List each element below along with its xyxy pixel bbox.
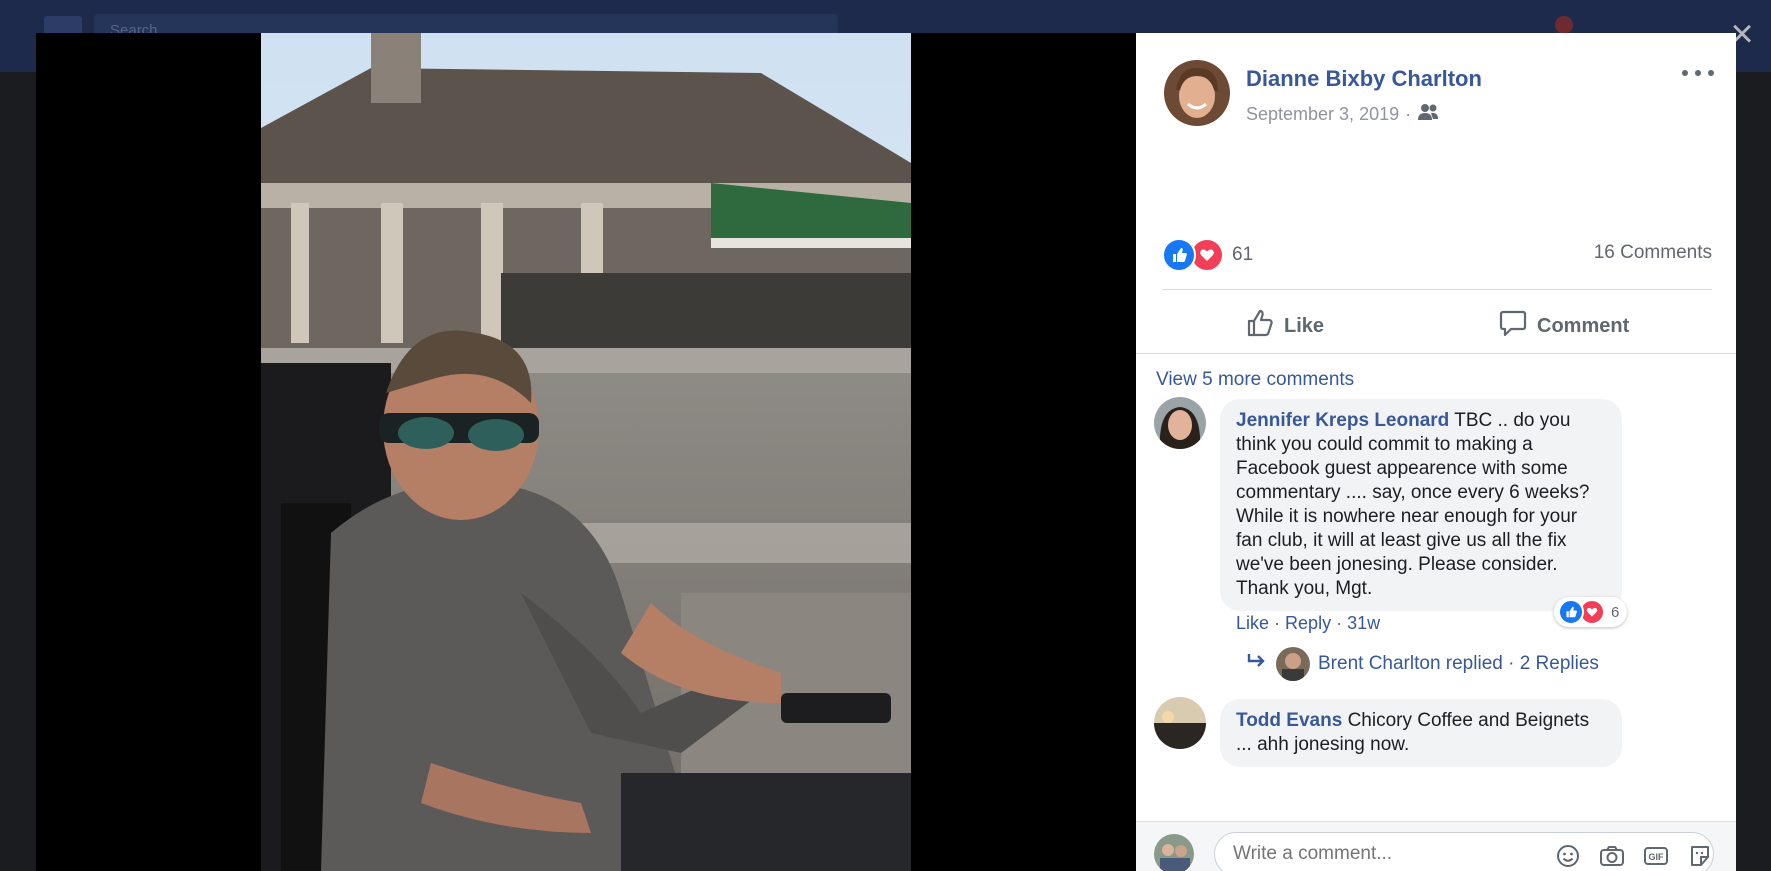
- commenter-avatar[interactable]: [1154, 697, 1206, 749]
- post-side-panel: Dianne Bixby Charlton September 3, 2019 …: [1136, 33, 1736, 871]
- comment-button[interactable]: Comment: [1499, 303, 1629, 349]
- comment-author[interactable]: Jennifer Kreps Leonard: [1236, 410, 1449, 431]
- commenter-avatar[interactable]: [1154, 397, 1206, 449]
- reaction-count: 61: [1232, 244, 1254, 265]
- replies-summary: Brent Charlton replied · 2 Replies: [1318, 653, 1599, 674]
- reply-arrow-icon: [1246, 652, 1268, 676]
- comment-text: TBC .. do you think you could commit to …: [1236, 410, 1590, 599]
- current-user-avatar: [1154, 834, 1194, 871]
- post-date[interactable]: September 3, 2019: [1246, 104, 1399, 125]
- comment-author[interactable]: Todd Evans: [1236, 710, 1342, 731]
- photo-image: [261, 33, 911, 871]
- view-more-comments-link[interactable]: View 5 more comments: [1156, 369, 1354, 391]
- separator: ·: [1274, 613, 1286, 633]
- comment-reply-link[interactable]: Reply: [1285, 613, 1331, 633]
- comment-button-label: Comment: [1537, 314, 1630, 337]
- more-options-icon[interactable]: [1678, 61, 1718, 85]
- like-reaction-icon: [1558, 599, 1584, 625]
- svg-text:GIF: GIF: [1649, 852, 1665, 862]
- like-button-label: Like: [1284, 314, 1325, 337]
- author-avatar[interactable]: [1164, 60, 1230, 126]
- comment-composer: GIF: [1136, 821, 1736, 871]
- like-button[interactable]: Like: [1246, 303, 1324, 349]
- thumbs-up-icon: [1246, 309, 1274, 343]
- comment-timestamp[interactable]: 31w: [1347, 613, 1380, 633]
- post-reactions[interactable]: 61: [1162, 238, 1253, 272]
- emoji-icon[interactable]: [1554, 844, 1582, 868]
- friends-icon[interactable]: [1417, 103, 1439, 126]
- meta-separator: ·: [1405, 104, 1412, 124]
- composer-tools: GIF: [1554, 844, 1714, 868]
- post-meta: September 3, 2019 ·: [1246, 103, 1439, 126]
- comment-reactions-badge[interactable]: 6: [1554, 597, 1628, 627]
- separator: ·: [1336, 613, 1348, 633]
- replier-avatar: [1276, 647, 1310, 681]
- background-notification-badge: [1555, 16, 1573, 34]
- divider: [1162, 289, 1712, 290]
- gif-icon[interactable]: GIF: [1642, 844, 1670, 868]
- camera-icon[interactable]: [1598, 844, 1626, 868]
- comment-reaction-count: 6: [1611, 603, 1620, 621]
- comment-like-link[interactable]: Like: [1236, 613, 1269, 633]
- comment-bubble: Todd Evans Chicory Coffee and Beignets .…: [1220, 699, 1622, 767]
- comments-count[interactable]: 16 Comments: [1594, 242, 1712, 264]
- post-author-name[interactable]: Dianne Bixby Charlton: [1246, 66, 1482, 92]
- sticker-icon[interactable]: [1686, 844, 1714, 868]
- speech-bubble-icon: [1499, 309, 1527, 343]
- comment-bubble: Jennifer Kreps Leonard TBC .. do you thi…: [1220, 399, 1622, 611]
- photo-stage: [36, 33, 1136, 871]
- post-photo[interactable]: [261, 33, 911, 871]
- view-replies-link[interactable]: Brent Charlton replied · 2 Replies: [1246, 647, 1599, 681]
- like-reaction-icon: [1162, 238, 1196, 272]
- comment-actions: Like · Reply · 31w: [1236, 613, 1380, 634]
- divider: [1136, 353, 1736, 354]
